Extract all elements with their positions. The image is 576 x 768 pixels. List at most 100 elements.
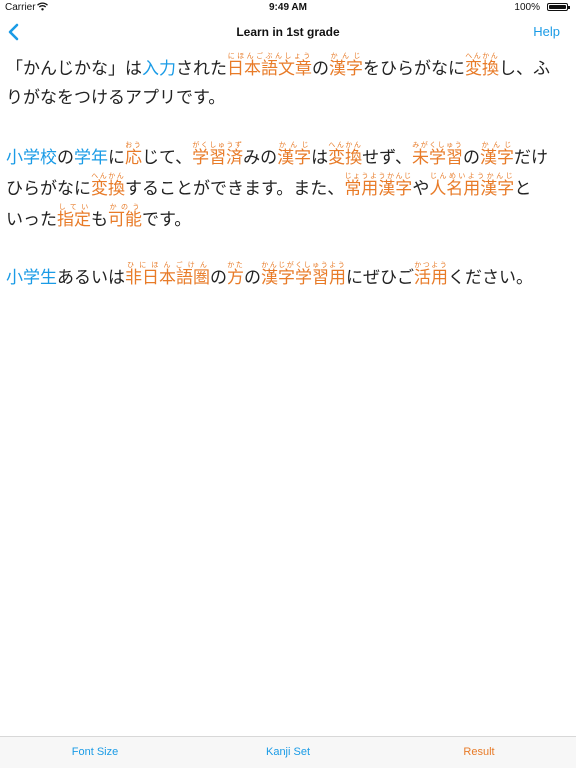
text-segment: です。 [142,210,192,230]
furigana-reading: かんじ [277,141,312,149]
text-segment: 「かんじかな」は [6,59,142,79]
furigana-reading: にほんごぶんしょう [227,52,312,60]
text-line: りがなをつけるアプリです。 [6,83,568,114]
learned-word: 小学校 [6,148,57,168]
page-title: Learn in 1st grade [236,25,340,39]
kanji-word: 日本語文章にほんごぶんしょう [227,52,312,79]
kanji-text: 人名用漢字 [429,179,515,199]
furigana-reading: かんじ [329,52,363,60]
text-segment: の [57,148,74,168]
text-segment: をひらがなに [363,59,465,79]
kanji-set-button[interactable]: Kanji Set [228,746,348,758]
text-segment: ください。 [448,268,533,288]
furigana-reading: がくしゅうず [192,141,244,149]
text-segment: じて、 [142,148,193,168]
furigana-reading: おう [125,141,142,149]
kanji-word: 応おう [125,141,142,168]
kanji-word: 漢字学習用かんじがくしゅうよう [261,261,346,288]
furigana-reading: かんじ [479,141,514,149]
kanji-word: 学習済がくしゅうず [192,141,244,168]
text-segment: された [176,59,227,79]
kanji-word: 変換へんかん [328,141,363,168]
kanji-text: 漢字学習用 [261,268,346,288]
kanji-word: 活用かつよう [414,261,448,288]
kanji-text: 常用漢字 [344,179,413,199]
kanji-text: 学習済 [192,148,244,168]
text-segment: の [210,268,227,288]
kanji-text: 漢字 [329,59,363,79]
kanji-word: 非日本語圏ひにほんごけん [125,261,210,288]
text-line: いった指定していも可能かのうです。 [6,203,568,234]
help-button[interactable]: Help [533,24,560,39]
furigana-reading: みがくしゅう [411,141,463,149]
kanji-text: 方 [227,268,244,288]
battery-icon [547,3,570,11]
kanji-text: 指定 [57,210,91,230]
furigana-reading: かた [227,261,244,269]
text-segment: ひらがなに [6,179,91,199]
kanji-word: 漢字かんじ [329,52,363,79]
font-size-button[interactable]: Font Size [35,746,155,758]
furigana-reading: かつよう [414,261,448,269]
kanji-word: 未学習みがくしゅう [411,141,463,168]
kanji-word: 変換へんかん [465,52,499,79]
status-time: 9:49 AM [269,2,307,13]
text-line: 小学校の学年に応おうじて、学習済がくしゅうずみの漢字かんじは変換へんかんせず、未… [6,141,568,172]
text-segment: の [312,59,329,79]
furigana-reading: へんかん [465,52,499,60]
text-segment: の [244,268,261,288]
furigana-reading: してい [57,203,91,211]
furigana-reading: へんかん [91,172,125,180]
text-segment: あるいは [57,268,125,288]
learned-word: 入力 [142,59,176,79]
bottom-toolbar: Font Size Kanji Set Result [0,736,576,768]
text-segment: も [91,210,108,230]
kanji-text: 変換 [91,179,125,199]
furigana-reading: ひにほんごけん [125,261,210,269]
furigana-reading: じんめいようかんじ [429,172,515,180]
text-segment: りがなをつけるアプリです。 [6,88,226,108]
text-segment: の [462,148,480,168]
furigana-reading: かのう [108,203,142,211]
furigana-reading: へんかん [328,141,363,149]
result-button[interactable]: Result [419,746,539,758]
text-segment: だけ [513,148,548,168]
text-segment: と [514,179,532,199]
kanji-word: 漢字かんじ [479,141,514,168]
text-segment: し、ふ [499,59,550,79]
navigation-bar: Learn in 1st grade Help [0,16,576,48]
text-segment: にぜひご [346,268,414,288]
text-segment: みの [243,148,278,168]
furigana-reading: じょうようかんじ [344,172,413,180]
kanji-text: 漢字 [277,148,312,168]
text-line: 小学生あるいは非日本語圏ひにほんごけんの方かたの漢字学習用かんじがくしゅうように… [6,261,568,292]
kanji-text: 漢字 [479,148,514,168]
furigana-reading: かんじがくしゅうよう [261,261,346,269]
text-line: 「かんじかな」は入力された日本語文章にほんごぶんしょうの漢字かんじをひらがなに変… [6,52,568,83]
text-segment: や [412,179,430,199]
kanji-word: 漢字かんじ [277,141,312,168]
learned-word: 学年 [74,148,108,168]
kanji-word: 変換へんかん [91,172,125,199]
kanji-word: 常用漢字じょうようかんじ [344,172,413,199]
kanji-text: 日本語文章 [227,59,312,79]
kanji-text: 未学習 [411,148,463,168]
kanji-text: 変換 [465,59,499,79]
kanji-word: 指定してい [57,203,91,230]
status-bar: Carrier 9:49 AM 100% [0,0,576,16]
kanji-word: 方かた [227,261,244,288]
kanji-word: 人名用漢字じんめいようかんじ [429,172,515,199]
paragraph: 「かんじかな」は入力された日本語文章にほんごぶんしょうの漢字かんじをひらがなに変… [6,52,568,114]
battery-percent: 100% [514,2,540,13]
text-segment: いった [6,210,57,230]
learned-word: 小学生 [6,268,57,288]
furigana-text-view[interactable]: 「かんじかな」は入力された日本語文章にほんごぶんしょうの漢字かんじをひらがなに変… [6,52,568,319]
kanji-text: 変換 [328,148,363,168]
text-segment: せず、 [362,148,412,168]
text-segment: に [108,148,125,168]
paragraph: 小学校の学年に応おうじて、学習済がくしゅうずみの漢字かんじは変換へんかんせず、未… [6,141,568,234]
text-segment: は [311,148,329,168]
kanji-text: 活用 [414,268,448,288]
paragraph: 小学生あるいは非日本語圏ひにほんごけんの方かたの漢字学習用かんじがくしゅうように… [6,261,568,292]
text-line: ひらがなに変換へんかんすることができます。また、常用漢字じょうようかんじや人名用… [6,172,568,203]
